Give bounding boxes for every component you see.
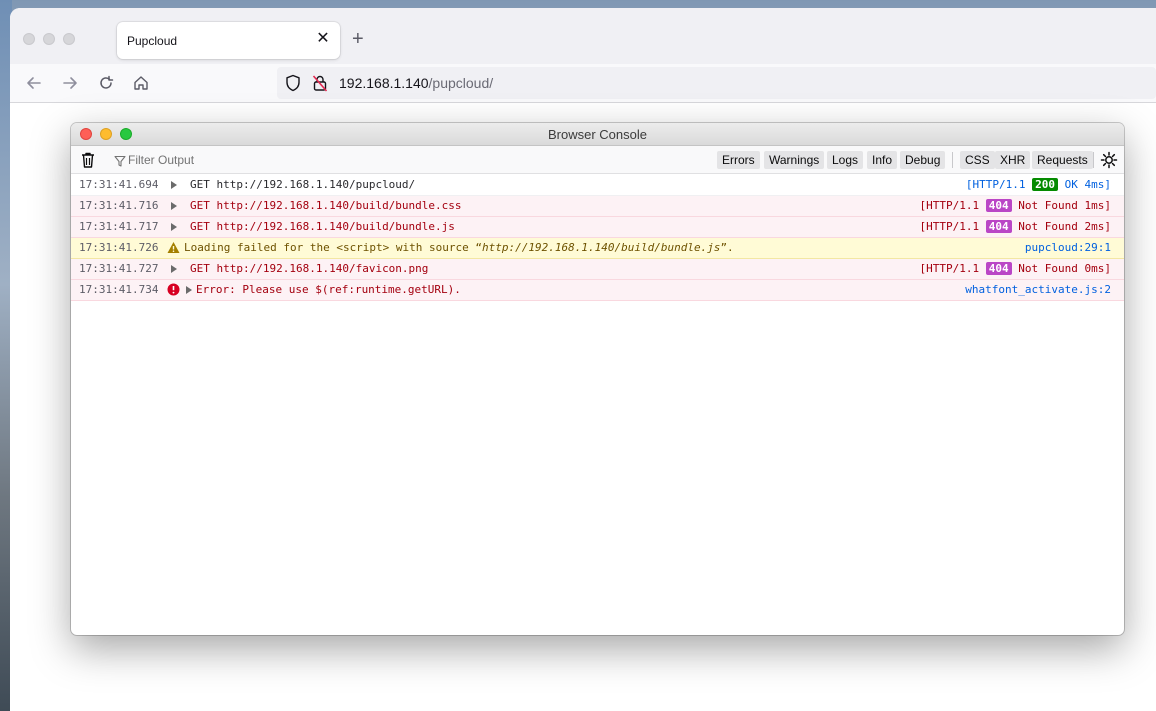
filter-xhr-button[interactable]: XHR <box>995 151 1031 169</box>
expand-arrow-icon[interactable] <box>171 265 177 273</box>
warning-url[interactable]: http://192.168.1.140/build/bundle.js <box>482 241 720 254</box>
console-toolbar: Errors Warnings Logs Info Debug CSS XHR … <box>71 146 1124 174</box>
console-minimize-button[interactable] <box>100 128 112 140</box>
error-icon <box>167 283 180 303</box>
close-icon[interactable]: ✕ <box>314 30 332 48</box>
http-protocol[interactable]: [HTTP/1.1 <box>920 262 980 275</box>
console-zoom-button[interactable] <box>120 128 132 140</box>
request-text: GET http://192.168.1.140/build/bundle.cs… <box>190 196 462 216</box>
request-text: GET http://192.168.1.140/build/bundle.js <box>190 217 455 237</box>
filter-logs-button[interactable]: Logs <box>827 151 864 169</box>
expand-arrow-icon[interactable] <box>171 181 177 189</box>
tab-title: Pupcloud <box>127 34 178 48</box>
timestamp: 17:31:41.716 <box>79 199 159 212</box>
status-code-badge: 404 <box>985 199 1012 212</box>
back-arrow-icon[interactable] <box>24 74 44 94</box>
url-text[interactable]: 192.168.1.140/pupcloud/ <box>339 75 493 91</box>
request-url[interactable]: http://192.168.1.140/pupcloud/ <box>217 178 416 191</box>
timestamp: 17:31:41.734 <box>79 283 159 296</box>
toolbar-divider <box>952 152 953 168</box>
console-row[interactable]: 17:31:41.716 GET http://192.168.1.140/bu… <box>71 196 1124 217</box>
status-text[interactable]: OK 4ms] <box>1065 178 1111 191</box>
console-row[interactable]: 17:31:41.694 GET http://192.168.1.140/pu… <box>71 175 1124 196</box>
request-method: GET <box>190 262 210 275</box>
response-status: [HTTP/1.1 404 Not Found 0ms] <box>920 259 1111 279</box>
status-text[interactable]: Not Found 1ms] <box>1018 199 1111 212</box>
filter-warnings-button[interactable]: Warnings <box>764 151 825 169</box>
expand-arrow-icon[interactable] <box>171 223 177 231</box>
http-protocol[interactable]: [HTTP/1.1 <box>966 178 1026 191</box>
window-minimize-control[interactable] <box>43 33 55 45</box>
console-messages: 17:31:41.694 GET http://192.168.1.140/pu… <box>71 175 1124 301</box>
filter-requests-button[interactable]: Requests <box>1032 151 1093 169</box>
trash-icon[interactable] <box>81 152 95 168</box>
insecure-lock-icon[interactable] <box>312 74 328 97</box>
request-url[interactable]: http://192.168.1.140/build/bundle.css <box>217 199 462 212</box>
request-text: GET http://192.168.1.140/favicon.png <box>190 259 428 279</box>
toolbar-divider <box>1093 152 1094 168</box>
status-code-badge: 404 <box>985 220 1012 233</box>
timestamp: 17:31:41.717 <box>79 220 159 233</box>
request-url[interactable]: http://192.168.1.140/build/bundle.js <box>217 220 455 233</box>
window-close-control[interactable] <box>23 33 35 45</box>
request-method: GET <box>190 220 210 233</box>
forward-arrow-icon[interactable] <box>60 74 80 94</box>
filter-output-input[interactable] <box>128 150 428 170</box>
warning-message: Loading failed for the <script> with sou… <box>184 238 734 258</box>
console-row[interactable]: 17:31:41.727 GET http://192.168.1.140/fa… <box>71 259 1124 280</box>
response-status: [HTTP/1.1 404 Not Found 2ms] <box>920 217 1111 237</box>
browser-console-window: Browser Console Errors Warnings Logs Inf… <box>71 123 1124 635</box>
request-text: GET http://192.168.1.140/pupcloud/ <box>190 175 415 195</box>
console-title: Browser Console <box>548 127 647 142</box>
warning-text-pre: Loading failed for the <script> with sou… <box>184 241 483 254</box>
url-host: 192.168.1.140 <box>339 75 429 91</box>
expand-arrow-icon[interactable] <box>186 286 192 294</box>
request-method: GET <box>190 178 210 191</box>
filter-debug-button[interactable]: Debug <box>900 151 946 169</box>
navigation-bar: 192.168.1.140/pupcloud/ <box>10 64 1156 103</box>
filter-css-button[interactable]: CSS <box>960 151 995 169</box>
gear-icon[interactable] <box>1100 151 1118 169</box>
console-titlebar: Browser Console <box>71 123 1124 146</box>
request-url[interactable]: http://192.168.1.140/favicon.png <box>217 262 429 275</box>
source-link[interactable]: pupcloud:29:1 <box>1025 238 1111 258</box>
new-tab-button[interactable]: + <box>352 29 364 49</box>
console-row[interactable]: 17:31:41.717 GET http://192.168.1.140/bu… <box>71 217 1124 238</box>
timestamp: 17:31:41.726 <box>79 241 159 254</box>
url-bar[interactable]: 192.168.1.140/pupcloud/ <box>277 67 1156 99</box>
timestamp: 17:31:41.694 <box>79 178 159 191</box>
expand-arrow-icon[interactable] <box>171 202 177 210</box>
response-status: [HTTP/1.1 200 OK 4ms] <box>966 175 1111 195</box>
timestamp: 17:31:41.727 <box>79 262 159 275</box>
warning-icon <box>167 241 180 261</box>
console-close-button[interactable] <box>80 128 92 140</box>
response-status: [HTTP/1.1 404 Not Found 1ms] <box>920 196 1111 216</box>
tab-pupcloud[interactable]: Pupcloud ✕ <box>117 22 340 59</box>
tab-bar: Pupcloud ✕ + <box>10 8 1156 64</box>
http-protocol[interactable]: [HTTP/1.1 <box>920 199 980 212</box>
window-zoom-control[interactable] <box>63 33 75 45</box>
console-row-error[interactable]: 17:31:41.734 Error: Please use $(ref:run… <box>71 280 1124 301</box>
status-text[interactable]: Not Found 0ms] <box>1018 262 1111 275</box>
error-message: Error: Please use $(ref:runtime.getURL). <box>196 283 461 296</box>
warning-text-post: ”. <box>720 241 734 254</box>
source-link[interactable]: whatfont_activate.js:2 <box>965 280 1111 300</box>
status-code-badge: 200 <box>1032 178 1059 191</box>
filter-info-button[interactable]: Info <box>867 151 898 169</box>
status-code-badge: 404 <box>985 262 1012 275</box>
tracking-shield-icon[interactable] <box>285 74 301 97</box>
home-icon[interactable] <box>131 74 151 94</box>
request-method: GET <box>190 199 210 212</box>
filter-errors-button[interactable]: Errors <box>717 151 760 169</box>
status-text[interactable]: Not Found 2ms] <box>1018 220 1111 233</box>
url-path: /pupcloud/ <box>428 75 494 91</box>
http-protocol[interactable]: [HTTP/1.1 <box>920 220 980 233</box>
console-row-warning[interactable]: 17:31:41.726 Loading failed for the <scr… <box>71 238 1124 259</box>
filter-icon <box>114 154 126 172</box>
reload-icon[interactable] <box>96 74 116 94</box>
